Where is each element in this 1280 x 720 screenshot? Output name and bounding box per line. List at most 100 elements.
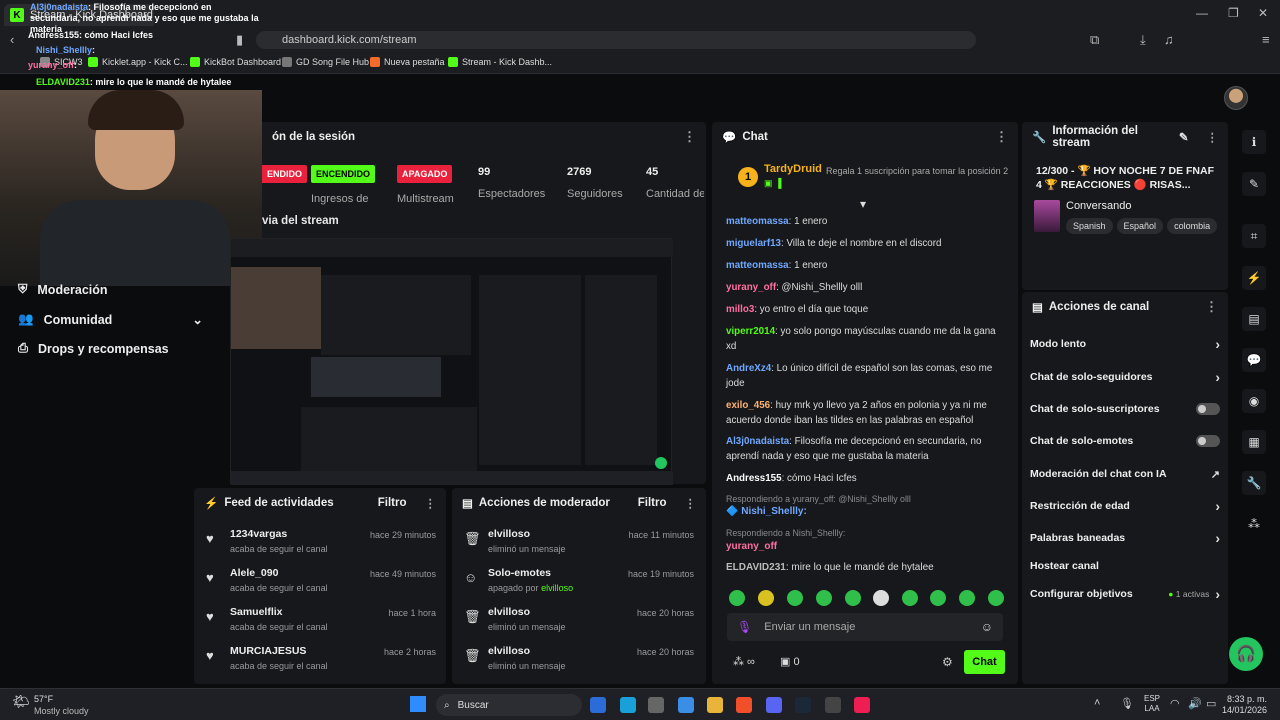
bookmark-item[interactable]: Kicklet.app - Kick C... <box>88 57 188 67</box>
action-followers-only[interactable]: Chat de solo-seguidores › <box>1030 367 1220 387</box>
bookmark-item[interactable]: Stream - Kick Dashb... <box>448 57 552 67</box>
wifi-icon[interactable]: ◠ <box>1170 697 1180 710</box>
send-chat-button[interactable]: Chat <box>964 650 1005 674</box>
kebab-icon[interactable]: ⋮ <box>425 496 437 510</box>
edge-icon[interactable] <box>620 697 636 713</box>
chat-username[interactable]: matteomassa <box>726 216 789 227</box>
emote-icon[interactable] <box>873 590 889 606</box>
lightning-icon[interactable]: ⚡ <box>1242 266 1266 290</box>
cloud-icon[interactable] <box>678 697 694 713</box>
minimize-icon[interactable]: — <box>1196 6 1208 20</box>
status-badge-off[interactable]: APAGADO <box>397 165 453 183</box>
channel-points[interactable]: ▣ 0 <box>780 655 800 668</box>
extensions-icon[interactable]: ⧉ <box>1090 32 1099 48</box>
maximize-icon[interactable]: ❐ <box>1228 6 1239 20</box>
address-bar[interactable]: dashboard.kick.com/stream <box>256 31 976 49</box>
status-badge-on[interactable]: ENCENDIDO <box>311 165 376 183</box>
chat-username[interactable]: Al3j0nadaista <box>726 436 789 447</box>
microphone-icon[interactable]: 🎙 <box>737 620 752 634</box>
emoji-icon[interactable]: ☺ <box>981 620 993 634</box>
pinned-gifter-name[interactable]: TardyDruid <box>764 163 822 175</box>
emote-icon[interactable] <box>930 590 946 606</box>
stream-preview[interactable] <box>230 238 673 485</box>
emote-icon[interactable] <box>902 590 918 606</box>
chat-username[interactable]: AndreXz4 <box>726 363 771 374</box>
action-slow-mode[interactable]: Modo lento › <box>1030 334 1220 354</box>
menu-icon[interactable]: ≡ <box>1262 32 1270 47</box>
chat-username[interactable]: Andress155 <box>726 473 782 484</box>
download-icon[interactable]: ⤓ <box>1140 32 1146 48</box>
edit-icon[interactable]: ✎ <box>1179 130 1189 144</box>
tray-chevron-icon[interactable]: ˄ <box>1094 697 1100 709</box>
mod-filter-button[interactable]: Filtro <box>638 497 667 509</box>
pen-icon[interactable]: ✎ <box>1242 172 1266 196</box>
language-indicator[interactable]: ESP LAA <box>1144 694 1160 714</box>
kebab-icon[interactable]: ⋮ <box>1205 299 1218 315</box>
kebab-icon[interactable]: ⋮ <box>683 129 696 145</box>
clock[interactable]: 8:33 p. m. 14/01/2026 <box>1222 694 1267 716</box>
emotes-only-toggle[interactable] <box>1196 435 1220 447</box>
notes-icon[interactable]: ▤ <box>1242 307 1266 331</box>
store-icon[interactable] <box>648 697 664 713</box>
windows-start-icon[interactable] <box>410 696 426 712</box>
kebab-icon[interactable]: ⋮ <box>995 129 1008 145</box>
feed-filter-button[interactable]: Filtro <box>378 497 407 509</box>
steam-icon[interactable] <box>795 697 811 713</box>
tools-icon[interactable]: 🔧 <box>1242 471 1266 495</box>
nav-moderation[interactable]: ⛨ Moderación <box>18 282 108 297</box>
bookmark-item[interactable]: KickBot Dashboard <box>190 57 281 67</box>
chat-username[interactable]: matteomassa <box>726 260 789 271</box>
mic-tray-icon[interactable]: 🎙 <box>1120 697 1134 710</box>
bookmark-item[interactable]: GD Song File Hub <box>282 57 369 67</box>
emote-icon[interactable] <box>787 590 803 606</box>
emote-icon[interactable] <box>988 590 1004 606</box>
chat-username[interactable]: viperr2014 <box>726 326 775 337</box>
info-icon[interactable]: ℹ <box>1242 130 1266 154</box>
chat-icon[interactable]: 💬 <box>1242 348 1266 372</box>
scan-icon[interactable]: ⌗ <box>1242 224 1266 248</box>
emote-icon[interactable] <box>758 590 774 606</box>
chat-input[interactable]: 🎙 Enviar un mensaje ☺ <box>727 613 1003 641</box>
nav-drops[interactable]: ⎙ Drops y recompensas <box>18 341 169 356</box>
battery-icon[interactable]: ▭ <box>1206 697 1216 710</box>
emote-icon[interactable] <box>816 590 832 606</box>
emote-icon[interactable] <box>959 590 975 606</box>
action-host-channel[interactable]: Hostear canal <box>1030 556 1220 576</box>
emote-icon[interactable] <box>845 590 861 606</box>
action-goals[interactable]: Configurar objetivos ● 1 activas › <box>1030 584 1220 604</box>
tiktok-icon[interactable] <box>854 697 870 713</box>
kebab-icon[interactable]: ⋮ <box>685 496 697 510</box>
close-window-icon[interactable]: ✕ <box>1258 6 1268 20</box>
infinity-points-icon[interactable]: ⁂ ∞ <box>733 655 755 668</box>
kebab-icon[interactable]: ⋮ <box>1207 130 1219 144</box>
layout-icon[interactable]: ▦ <box>1242 430 1266 454</box>
action-age-restriction[interactable]: Restricción de edad › <box>1030 496 1220 516</box>
action-emotes-only[interactable]: Chat de solo-emotes <box>1030 431 1220 451</box>
chat-username[interactable]: millo3 <box>726 304 754 315</box>
bookmark-item[interactable]: Nueva pestaña <box>370 57 445 67</box>
support-headset-icon[interactable]: 🎧 <box>1229 637 1263 671</box>
music-icon[interactable]: ♫ <box>1164 32 1174 47</box>
action-subscribers-only[interactable]: Chat de solo-suscriptores <box>1030 399 1220 419</box>
broadcast-icon[interactable]: ◉ <box>1242 389 1266 413</box>
subscribers-only-toggle[interactable] <box>1196 403 1220 415</box>
emote-icon[interactable] <box>729 590 745 606</box>
volume-icon[interactable]: 🔊 <box>1188 697 1202 710</box>
action-ai-moderation[interactable]: Moderación del chat con IA ↗ <box>1030 464 1220 484</box>
settings-icon[interactable]: ⚙ <box>942 655 953 669</box>
brave-icon[interactable] <box>736 697 752 713</box>
taskbar-search[interactable]: ⌕ Buscar <box>436 694 582 716</box>
user-avatar[interactable] <box>1224 86 1248 110</box>
folder-icon[interactable] <box>707 697 723 713</box>
chat-username[interactable]: miguelarf13 <box>726 238 781 249</box>
share-icon[interactable]: ⁂ <box>1242 512 1266 536</box>
obs-icon[interactable] <box>825 697 841 713</box>
nav-community[interactable]: 👥 Comunidad ⌄ <box>18 312 203 327</box>
app-icon[interactable] <box>590 697 606 713</box>
chat-username[interactable]: yurany_off <box>726 282 776 293</box>
action-banned-words[interactable]: Palabras baneadas › <box>1030 528 1220 548</box>
back-icon[interactable]: ‹ <box>10 32 14 47</box>
collapse-icon[interactable]: ▾ <box>860 197 866 211</box>
chat-username[interactable]: exilo_456 <box>726 400 770 411</box>
pinned-gift-prompt[interactable]: Regala 1 suscripción para tomar la posic… <box>826 166 1010 177</box>
